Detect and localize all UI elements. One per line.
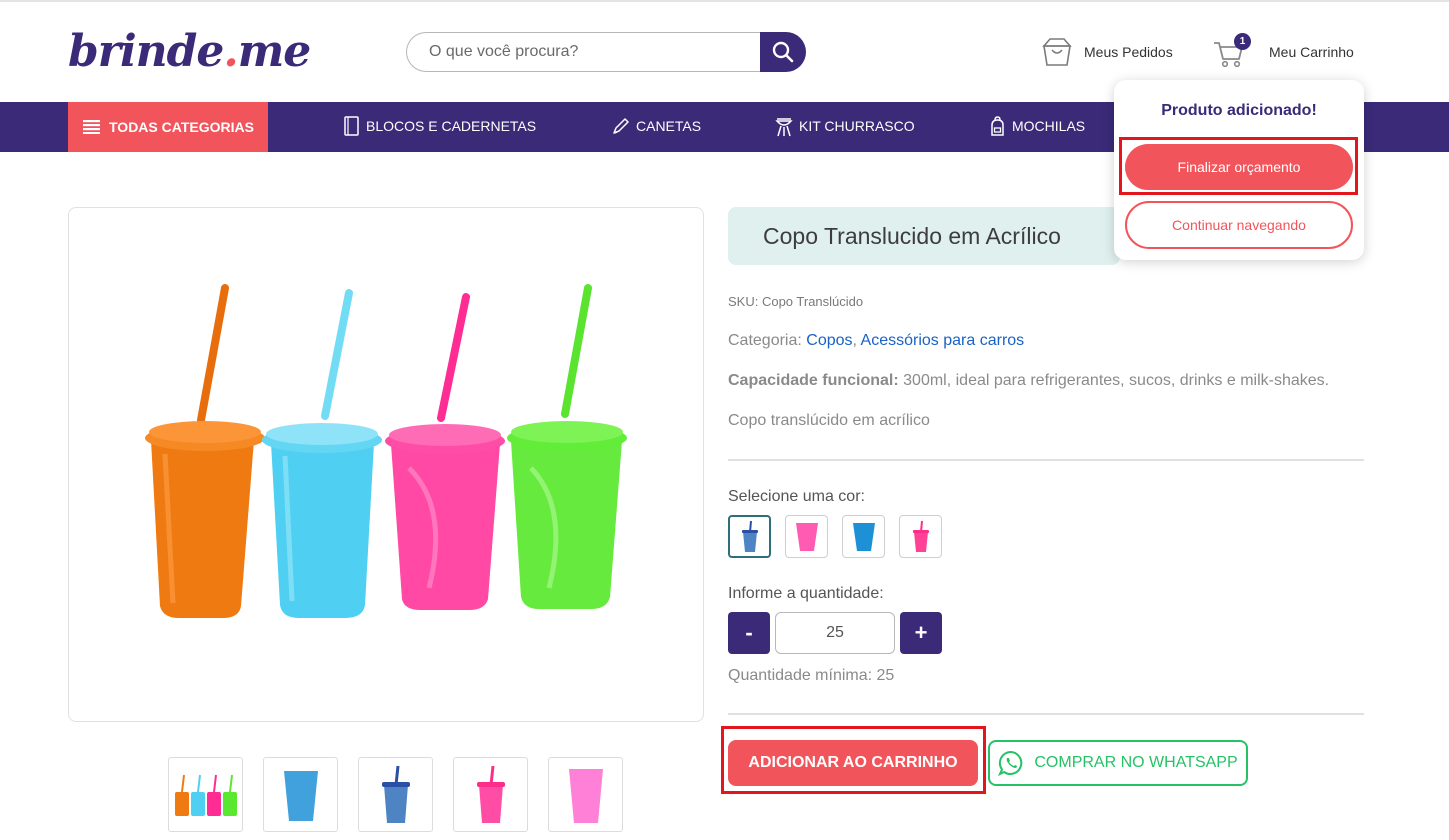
thumbnail-5[interactable] — [548, 757, 623, 832]
green-cup — [507, 284, 627, 609]
thumbnail-4[interactable] — [453, 757, 528, 832]
notebook-icon — [344, 116, 359, 136]
add-to-cart-button[interactable]: ADICIONAR AO CARRINHO — [728, 740, 978, 786]
color-swatch-blue[interactable] — [842, 515, 885, 558]
logo-text-main: brinde — [68, 26, 224, 77]
my-orders-link[interactable]: Meus Pedidos — [1040, 34, 1173, 70]
four-cups-thumb-icon — [174, 774, 237, 816]
my-orders-label: Meus Pedidos — [1084, 44, 1173, 60]
color-swatch-pink[interactable] — [785, 515, 828, 558]
pink-cup-thumb-icon — [476, 765, 505, 823]
dark-blue-cup-thumb-icon — [381, 765, 410, 823]
finish-quote-button[interactable]: Finalizar orçamento — [1125, 144, 1353, 190]
product-thumbnails — [168, 757, 623, 832]
cup-with-straw-icon — [741, 520, 758, 552]
cup-with-straw-icon — [912, 520, 929, 552]
color-swatch-pink-straw[interactable] — [899, 515, 942, 558]
logo-dot: . — [223, 26, 238, 77]
buy-on-whatsapp-button[interactable]: COMPRAR NO WHATSAPP — [988, 740, 1248, 786]
nav-item-mochilas[interactable]: MOCHILAS — [989, 102, 1085, 150]
nav-item-label: CANETAS — [636, 118, 702, 134]
category-separator: , — [852, 332, 857, 349]
category-label: Categoria: — [728, 332, 802, 349]
nav-item-label: BLOCOS E CADERNETAS — [366, 118, 537, 134]
quantity-increase-button[interactable]: + — [900, 612, 942, 654]
color-select-label: Selecione uma cor: — [728, 488, 865, 505]
divider — [728, 459, 1364, 461]
product-description: Copo translúcido em acrílico — [728, 412, 930, 429]
cart-icon-wrap: 1 — [1212, 33, 1251, 69]
logo-text-tail: me — [237, 26, 312, 77]
color-swatch-blue-straw[interactable] — [728, 515, 771, 558]
thumbnail-2[interactable] — [263, 757, 338, 832]
pen-icon — [613, 117, 629, 134]
capacity-label: Capacidade funcional: — [728, 372, 899, 389]
product-category: Categoria: Copos, Acessórios para carros — [728, 332, 1024, 350]
orange-cup — [145, 284, 265, 618]
backpack-icon — [991, 116, 1004, 136]
category-link-copos[interactable]: Copos — [806, 332, 852, 349]
whatsapp-icon — [998, 750, 1023, 776]
pink-cup — [385, 293, 505, 610]
shopping-bag-icon — [1042, 38, 1072, 66]
quantity-input[interactable] — [775, 612, 895, 654]
category-link-acessorios[interactable]: Acessórios para carros — [861, 332, 1025, 349]
blue-cup-thumb-icon — [283, 770, 318, 821]
thumbnail-3[interactable] — [358, 757, 433, 832]
nav-item-blocos[interactable]: BLOCOS E CADERNETAS — [343, 102, 536, 150]
product-capacity: Capacidade funcional: 300ml, ideal para … — [728, 372, 1329, 390]
product-sku: SKU: Copo Translúcido — [728, 294, 864, 309]
whatsapp-label: COMPRAR NO WHATSAPP — [1034, 754, 1238, 771]
search-bar — [406, 32, 806, 72]
quantity-label: Informe a quantidade: — [728, 585, 884, 602]
color-swatches — [728, 515, 942, 558]
continue-browsing-button[interactable]: Continuar navegando — [1125, 201, 1353, 249]
nav-item-canetas[interactable]: CANETAS — [611, 102, 701, 150]
cart-count-badge: 1 — [1234, 33, 1251, 50]
nav-item-label: KIT CHURRASCO — [799, 118, 915, 134]
minimum-quantity-text: Quantidade mínima: 25 — [728, 667, 895, 684]
cup-icon — [852, 522, 875, 551]
cup-icon — [795, 522, 818, 551]
all-categories-label: TODAS CATEGORIAS — [109, 119, 254, 135]
grill-icon — [775, 118, 793, 137]
my-cart-link[interactable]: 1 Meu Carrinho — [1212, 32, 1354, 72]
capacity-value: 300ml, ideal para refrigerantes, sucos, … — [898, 372, 1330, 389]
search-input[interactable] — [406, 32, 762, 72]
site-logo[interactable]: brinde.me — [68, 26, 312, 77]
divider — [728, 713, 1364, 715]
magenta-cup-thumb-icon — [568, 768, 603, 823]
nav-item-label: MOCHILAS — [1012, 118, 1086, 134]
search-icon — [772, 41, 794, 63]
menu-icon — [83, 120, 100, 134]
product-main-image[interactable] — [68, 207, 704, 722]
added-to-cart-popup: Produto adicionado! Finalizar orçamento … — [1114, 80, 1364, 260]
search-button[interactable] — [760, 32, 806, 72]
all-categories-button[interactable]: TODAS CATEGORIAS — [68, 102, 268, 152]
blue-cup — [262, 289, 382, 618]
popup-title: Produto adicionado! — [1161, 102, 1317, 119]
thumbnail-1[interactable] — [168, 757, 243, 832]
product-cups-image — [145, 284, 627, 618]
nav-item-kit-churrasco[interactable]: KIT CHURRASCO — [775, 102, 915, 150]
my-cart-label: Meu Carrinho — [1269, 44, 1354, 60]
product-title: Copo Translucido em Acrílico — [728, 207, 1120, 265]
quantity-decrease-button[interactable]: - — [728, 612, 770, 654]
